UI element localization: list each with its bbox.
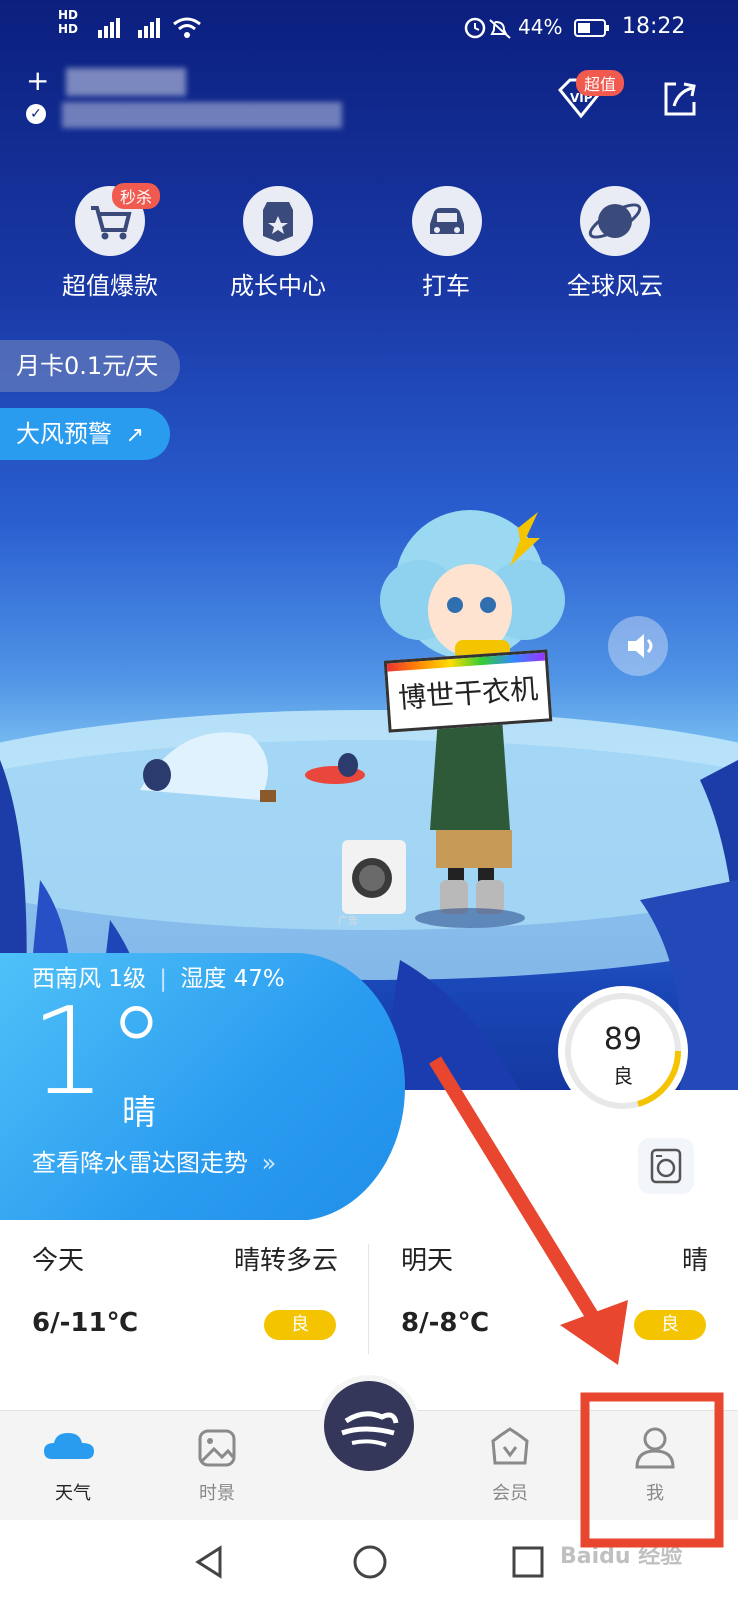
photo-icon [198,1429,236,1467]
aqi-widget[interactable]: 89 良 [558,986,688,1116]
tab-scenery[interactable]: 时景 [162,1411,272,1521]
planet-icon [588,203,642,239]
tomorrow-range: 8/-8℃ [401,1308,489,1338]
tab-me-label: 我 [646,1483,664,1504]
tab-weather[interactable]: 天气 [18,1411,128,1521]
today-condition: 晴转多云 [233,1246,338,1276]
aqi-value: 89 [603,1022,643,1057]
location-name-blurred [66,68,186,96]
radar-link[interactable]: 查看降水雷达图走势 » [32,1143,276,1178]
location-header[interactable]: + ✓ [22,60,382,140]
bottom-tab-bar: 天气 时景 会员 我 [0,1375,738,1521]
today-forecast[interactable]: 今天 晴转多云 6/-11℃ 良 [0,1220,368,1390]
wind-alert-pill[interactable]: 大风预警 ↗ [0,408,170,460]
current-weather-card[interactable]: 西南风 1级 | 湿度 47% 1° 晴 查看降水雷达图走势 » [0,953,405,1221]
clock: 18:22 [622,14,686,39]
flash-sale-badge: 秒杀 [112,183,161,209]
monthly-card-pill[interactable]: 月卡0.1元/天 [0,340,180,392]
share-button[interactable] [660,78,700,118]
battery-percent: 44% [518,15,563,39]
ad-sign-text: 博世干衣机 [397,672,540,715]
tab-weather-label: 天气 [55,1483,91,1504]
laundry-button[interactable] [638,1138,694,1194]
battery-icon [574,19,609,37]
baidu-watermark: Baidu 经验 [560,1544,683,1569]
car-icon [430,208,464,234]
washing-machine-icon [650,1148,682,1184]
tomorrow-condition: 晴 [681,1246,708,1276]
tomorrow-label: 明天 [401,1246,454,1276]
system-nav-bar: Baidu 经验 [0,1520,738,1600]
cloud-icon [44,1433,94,1459]
speaker-icon [628,634,653,658]
tomorrow-aqi-badge: 良 [634,1310,706,1340]
network-icon [98,17,201,38]
sound-button[interactable] [608,616,668,676]
tab-me[interactable]: 我 [600,1411,710,1521]
quick-link-growth[interactable]: 成长中心 [193,266,363,301]
today-aqi-badge: 良 [264,1310,336,1340]
ad-sign[interactable]: 博世干衣机 [383,649,553,733]
double-chevron-icon: » [261,1149,277,1177]
scene-illustration [0,510,738,1090]
today-label: 今天 [32,1246,85,1276]
quick-link-deals[interactable]: 超值爆款 [25,266,195,301]
tomorrow-forecast[interactable]: 明天 晴 8/-8℃ 良 [369,1220,738,1390]
aqi-label: 良 [613,1064,633,1088]
tab-member[interactable]: 会员 [455,1411,565,1521]
share-icon [664,82,696,116]
global-weather-button[interactable] [580,186,650,256]
back-icon[interactable] [190,1542,230,1582]
add-city-icon[interactable]: + [26,64,49,97]
vip-badge: 超值 [576,70,625,96]
quick-link-global[interactable]: 全球风云 [530,266,700,301]
status-bar: HD HD 44% 18:22 [0,0,738,56]
cloud-wind-logo-icon [341,1411,399,1447]
weather-condition: 晴 [122,1093,156,1133]
person-icon [635,1427,675,1469]
taxi-button[interactable] [412,186,482,256]
verified-icon: ✓ [26,104,46,124]
growth-center-button[interactable] [243,186,313,256]
alarm-mute-icons [464,17,511,39]
crown-icon [491,1427,529,1465]
alert-arrow-icon: ↗ [125,423,145,448]
tab-scenery-label: 时景 [199,1483,235,1504]
radar-link-text: 查看降水雷达图走势 [32,1149,248,1177]
signal-icons: HD HD [58,8,79,36]
recents-icon[interactable] [508,1542,548,1582]
home-icon[interactable] [350,1542,390,1582]
humidity-text: 湿度 47% [180,966,285,992]
monthly-card-text: 月卡0.1元/天 [16,352,159,380]
wind-alert-text: 大风预警 [16,420,112,448]
center-logo-button[interactable] [318,1375,420,1477]
today-range: 6/-11℃ [32,1308,139,1338]
weather-scene: 博世干衣机 广告 [0,0,738,1090]
quick-link-taxi[interactable]: 打车 [361,266,531,301]
badge-star-icon [263,202,293,242]
ad-tag: 广告 [338,916,358,927]
tab-member-label: 会员 [492,1483,528,1504]
location-detail-blurred [62,102,342,128]
